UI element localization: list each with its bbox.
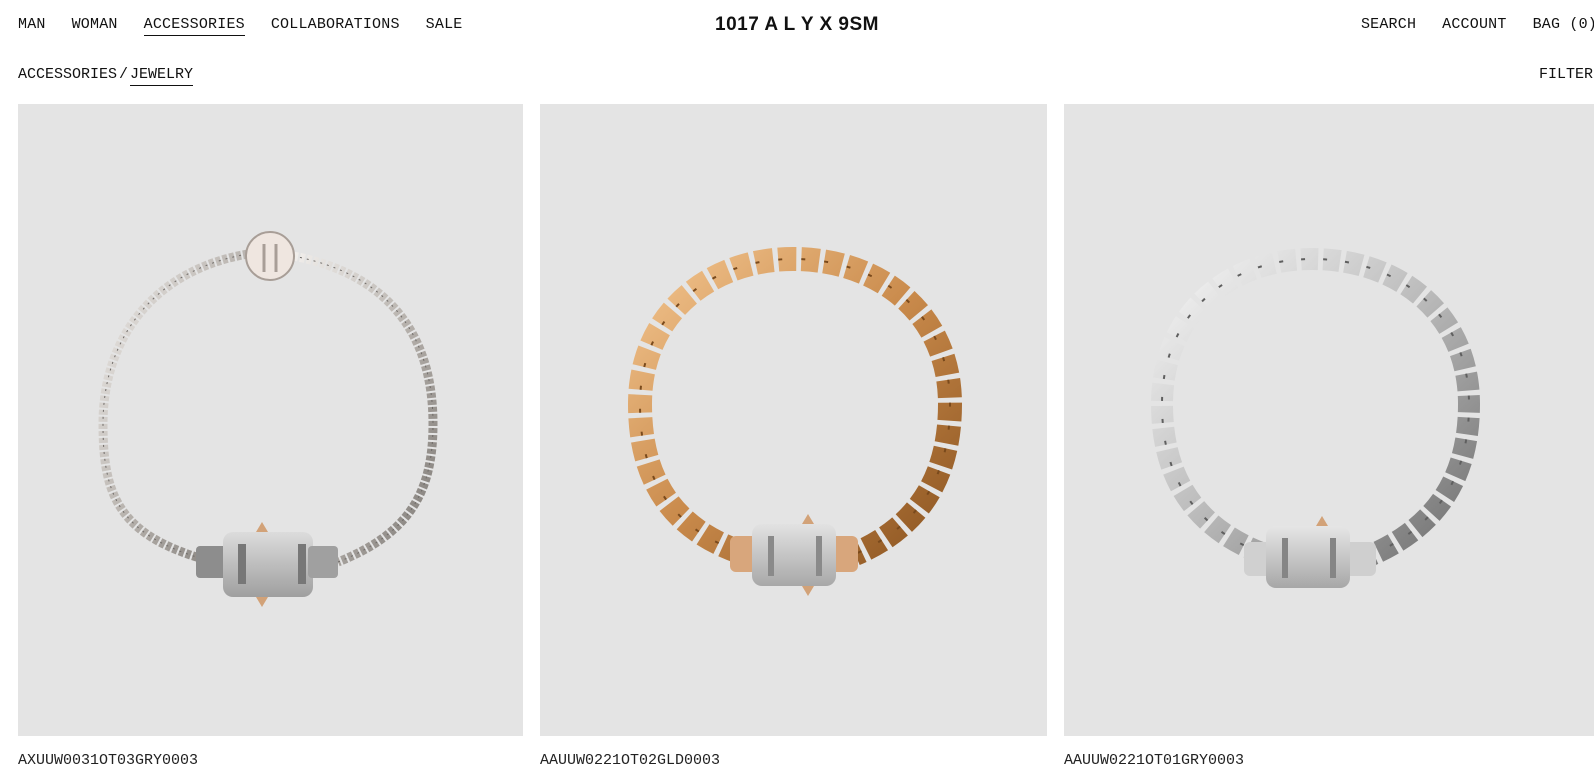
utility-menu: SEARCH ACCOUNT BAG (0) bbox=[1361, 16, 1594, 35]
product-code[interactable]: AAUUW0221OT01GRY0003 bbox=[1064, 752, 1244, 769]
breadcrumb-accessories[interactable]: ACCESSORIES bbox=[18, 66, 117, 85]
account-link[interactable]: ACCOUNT bbox=[1442, 16, 1506, 35]
product-image-gold-chain-necklace[interactable] bbox=[540, 104, 1047, 736]
bag-link[interactable]: BAG (0) bbox=[1533, 16, 1594, 35]
product-code[interactable]: AXUUW0031OT03GRY0003 bbox=[18, 752, 198, 769]
search-link[interactable]: SEARCH bbox=[1361, 16, 1416, 35]
product-image-silver-chain-necklace[interactable] bbox=[1064, 104, 1594, 736]
brand-logo[interactable]: 1017 A L Y X 9SM bbox=[0, 14, 1594, 36]
category-bar: ACCESSORIES / JEWELRY FILTER bbox=[18, 66, 1594, 94]
filter-button[interactable]: FILTER bbox=[1539, 66, 1593, 83]
breadcrumb-jewelry[interactable]: JEWELRY bbox=[130, 66, 194, 86]
breadcrumb-separator: / bbox=[119, 66, 129, 83]
top-navigation: MAN WOMAN ACCESSORIES COLLABORATIONS SAL… bbox=[0, 0, 1594, 52]
product-image-silver-pendant-necklace[interactable] bbox=[18, 104, 523, 736]
product-code[interactable]: AAUUW0221OT02GLD0003 bbox=[540, 752, 720, 769]
breadcrumb: ACCESSORIES / JEWELRY bbox=[18, 66, 1594, 86]
